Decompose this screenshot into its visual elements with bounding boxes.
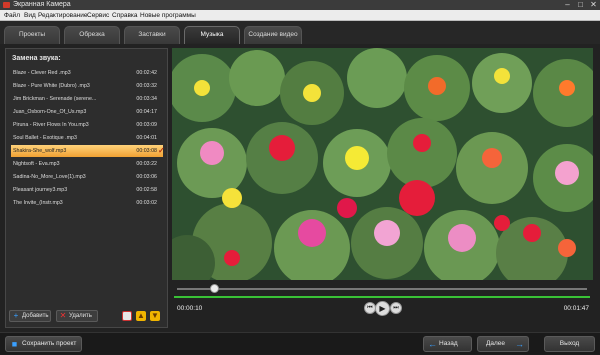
track-duration: 00:02:42 <box>136 70 157 76</box>
track-duration: 00:03:02 <box>136 200 157 206</box>
track-row[interactable]: The Invite_(Instr.mp3 00:03:02 <box>11 197 163 209</box>
track-duration: 00:03:09 <box>136 122 157 128</box>
delete-track-button[interactable]: ✕ Удалить <box>56 310 98 322</box>
exit-button[interactable]: Выход <box>544 336 595 352</box>
track-name: Piruna - River Flows In You.mp3 <box>13 122 89 128</box>
menu-bar: Файл Вид Редактирование Сервис Справка Н… <box>0 10 600 21</box>
track-row-selected[interactable]: Shakira-She_wolf.mp3 00:03:08 ✓ <box>11 145 165 157</box>
video-preview <box>172 48 593 280</box>
next-button[interactable]: Далее → <box>477 336 529 352</box>
menu-edit[interactable]: Редактирование <box>38 10 88 21</box>
move-down-icon[interactable]: ▼ <box>150 311 160 321</box>
save-project-label: Сохранить проект <box>22 340 77 347</box>
add-track-button[interactable]: + Добавить <box>9 310 51 322</box>
track-row[interactable]: Piruna - River Flows In You.mp3 00:03:09 <box>11 119 163 131</box>
track-row[interactable]: Jim Brickman - Serenade (serene... 00:03… <box>11 93 163 105</box>
add-track-label: Добавить <box>22 313 49 319</box>
title-bar: Экранная Камера – □ ✕ <box>0 0 600 10</box>
delete-x-icon: ✕ <box>59 311 67 320</box>
menu-file[interactable]: Файл <box>4 10 20 21</box>
track-row[interactable]: Juan_Osborn-One_Of_Us.mp3 00:04:17 <box>11 106 163 118</box>
track-name: Jim Brickman - Serenade (serene... <box>13 96 97 102</box>
track-duration: 00:03:32 <box>136 83 157 89</box>
next-label: Далее <box>486 340 506 347</box>
track-duration: 00:04:01 <box>136 135 157 141</box>
plus-icon: + <box>13 311 19 320</box>
track-name: Juan_Osborn-One_Of_Us.mp3 <box>13 109 87 115</box>
total-time: 00:01:47 <box>563 305 589 312</box>
track-duration: 00:03:08 <box>136 148 157 154</box>
save-disk-icon: ■ <box>11 339 18 349</box>
tab-bar: Проекты Обрезка Заставки Музыка Создание… <box>0 21 600 44</box>
exit-label: Выход <box>559 340 580 347</box>
sound-settings-icon[interactable] <box>122 311 132 321</box>
sound-panel-label: Замена звука: <box>12 55 61 62</box>
back-arrow-icon: ← <box>428 339 437 349</box>
next-icon[interactable]: ⏭ <box>390 302 402 314</box>
audio-track-bar <box>174 296 590 298</box>
save-project-button[interactable]: ■ Сохранить проект <box>5 336 82 352</box>
track-name: Nightsoft - Eva.mp3 <box>13 161 60 167</box>
menu-view[interactable]: Вид <box>24 10 36 21</box>
cactus-preview-image <box>172 48 593 280</box>
app-logo-icon <box>3 2 10 8</box>
play-icon[interactable]: ▶ <box>375 301 390 316</box>
track-duration: 00:02:58 <box>136 187 157 193</box>
close-window-button[interactable]: ✕ <box>587 0 600 10</box>
track-duration: 00:04:17 <box>136 109 157 115</box>
track-name: Pleasant journey3.mp3 <box>13 187 68 193</box>
track-name: The Invite_(Instr.mp3 <box>13 200 63 206</box>
track-name: Shakira-She_wolf.mp3 <box>13 148 67 154</box>
track-row[interactable]: Sadina-No_More_Love(1).mp3 00:03:06 <box>11 171 163 183</box>
seek-bar[interactable] <box>177 288 587 290</box>
tab-intros[interactable]: Заставки <box>124 26 180 44</box>
track-name: Blaze - Pure White (Dubro) .mp3 <box>13 83 90 89</box>
selected-check-icon: ✓ <box>158 146 165 155</box>
track-row[interactable]: Pleasant journey3.mp3 00:02:58 <box>11 184 163 196</box>
track-duration: 00:03:34 <box>136 96 157 102</box>
tab-music[interactable]: Музыка <box>184 26 240 44</box>
maximize-button[interactable]: □ <box>574 0 587 10</box>
sound-replacement-panel: Замена звука: Blaze - Clever Red .mp3 00… <box>5 48 168 328</box>
move-up-icon[interactable]: ▲ <box>136 311 146 321</box>
next-arrow-icon: → <box>515 339 524 349</box>
menu-help[interactable]: Справка <box>112 10 138 21</box>
app-window: Экранная Камера – □ ✕ Файл Вид Редактиро… <box>0 0 600 354</box>
track-row[interactable]: Blaze - Clever Red .mp3 00:02:42 <box>11 67 163 79</box>
menu-service[interactable]: Сервис <box>87 10 109 21</box>
tab-trim[interactable]: Обрезка <box>64 26 120 44</box>
tab-projects[interactable]: Проекты <box>4 26 60 44</box>
current-time: 00:00:10 <box>177 305 203 312</box>
bottom-bar: ■ Сохранить проект ← Назад Далее → Выход <box>0 332 600 354</box>
seek-handle[interactable] <box>209 284 219 293</box>
track-name: Blaze - Clever Red .mp3 <box>13 70 71 76</box>
tab-create-video[interactable]: Создание видео <box>244 26 302 44</box>
menu-new-programs[interactable]: Новые программы <box>140 10 196 21</box>
back-label: Назад <box>439 340 458 347</box>
track-duration: 00:03:06 <box>136 174 157 180</box>
track-duration: 00:03:22 <box>136 161 157 167</box>
minimize-button[interactable]: – <box>561 0 574 10</box>
track-row[interactable]: Nightsoft - Eva.mp3 00:03:22 <box>11 158 163 170</box>
delete-track-label: Удалить <box>69 313 92 319</box>
window-title: Экранная Камера <box>13 1 71 8</box>
track-row[interactable]: Blaze - Pure White (Dubro) .mp3 00:03:32 <box>11 80 163 92</box>
track-name: Sadina-No_More_Love(1).mp3 <box>13 174 86 180</box>
player-controls: 00:00:10 ⏮ ▶ ⏭ 00:01:47 <box>172 280 593 328</box>
back-button[interactable]: ← Назад <box>423 336 472 352</box>
track-name: Soul Ballet - Exotique .mp3 <box>13 135 77 141</box>
track-row[interactable]: Soul Ballet - Exotique .mp3 00:04:01 <box>11 132 163 144</box>
